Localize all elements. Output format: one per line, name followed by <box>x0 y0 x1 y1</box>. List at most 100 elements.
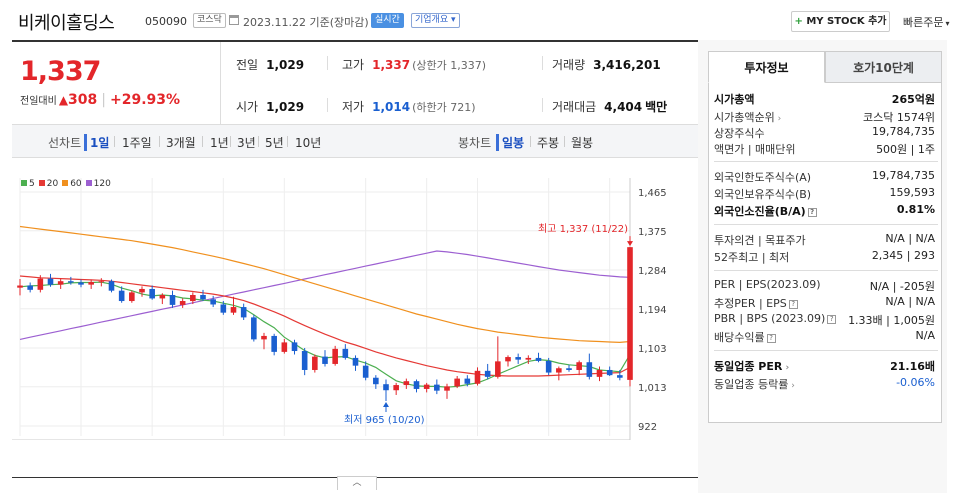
y-tick-label: 1,013 <box>638 383 667 394</box>
y-tick-label: 1,465 <box>638 188 667 199</box>
tab-monthly[interactable]: 월봉 <box>571 134 593 151</box>
line-chart-label: 선차트 <box>48 136 82 150</box>
info-value: N/A | -205원 <box>869 280 935 293</box>
high-annotation: 최고 1,337 (11/22) <box>538 223 628 235</box>
candle-body <box>383 384 389 391</box>
candle-body <box>566 368 572 370</box>
candle-body <box>78 282 84 285</box>
quick-order-dropdown[interactable]: 빠른주문 <box>903 14 950 30</box>
candle-body <box>413 381 420 389</box>
candle-body <box>444 386 450 391</box>
legend-label: 60 <box>70 179 82 189</box>
help-icon[interactable]: ? <box>827 314 837 324</box>
candle-body <box>281 342 288 352</box>
tab-1y[interactable]: 1년 <box>210 134 229 151</box>
candle-body <box>139 288 145 293</box>
investment-info-table: 시가총액 265억원 시가총액순위 › 코스닥 1574위 상장주식수 19,784,73… <box>708 83 942 423</box>
tab-10y[interactable]: 10년 <box>295 134 321 151</box>
help-icon[interactable]: ? <box>807 207 817 217</box>
change-label: 전일대비 <box>20 96 57 107</box>
volume: 거래량 3,416,201 <box>552 58 661 72</box>
info-value: 0.81% <box>896 203 935 216</box>
chart-tabs: 선차트 1일 1주일 3개월 1년 3년 5년 10년 봉차트 일봉 주봉 월봉 <box>12 125 698 158</box>
plus-icon: + <box>794 16 807 27</box>
stock-name: 비케이홀딩스 <box>18 13 115 34</box>
info-value: -0.06% <box>896 376 935 389</box>
info-key: PBR | BPS (2023.09)? <box>714 312 837 325</box>
info-key: 외국인보유주식수(B) <box>714 188 812 201</box>
market-badge: 코스닥 <box>193 13 226 28</box>
candle-body <box>159 294 166 299</box>
info-value: 2,345 | 293 <box>871 249 935 262</box>
tab-1w[interactable]: 1주일 <box>122 134 152 151</box>
candle-body <box>495 361 501 377</box>
info-key: 동일업종 등락률 › <box>714 378 795 391</box>
candle-chart-svg: 1,4651,3751,2841,1941,1031,01392208/2409… <box>8 178 668 493</box>
tab-1d[interactable]: 1일 <box>84 134 109 151</box>
candle-body <box>230 307 237 313</box>
tab-investment-info[interactable]: 투자정보 <box>708 51 825 83</box>
info-value: N/A | N/A <box>885 295 935 308</box>
legend-swatch <box>62 180 69 186</box>
candle-body <box>403 381 410 386</box>
y-tick-label: 1,375 <box>638 227 667 238</box>
price-chart[interactable]: 5 20 60 120 1,465 1,375 1,284 1,194 1,103 1,013 9… <box>8 159 698 493</box>
tab-orderbook[interactable]: 호가10단계 <box>825 51 942 83</box>
open-price: 시가 1,029 <box>236 100 305 114</box>
legend-label: 120 <box>93 179 111 189</box>
legend-swatch <box>21 180 27 186</box>
tab-weekly[interactable]: 주봉 <box>537 134 559 151</box>
candle-body <box>454 378 460 387</box>
candle-body <box>332 348 338 364</box>
info-value: N/A <box>915 329 935 342</box>
tab-5y[interactable]: 5년 <box>265 134 284 151</box>
company-overview-dropdown[interactable]: 기업개요 ▾ <box>411 13 460 28</box>
info-value: 21.16배 <box>890 360 935 373</box>
info-key: 시가총액순위 › <box>714 111 782 124</box>
quote-date: 2023.11.22 기준(장마감) <box>243 16 369 29</box>
tab-3y[interactable]: 3년 <box>237 134 256 151</box>
y-tick-label: 922 <box>638 422 657 433</box>
info-key: 외국인소진율(B/A)? <box>714 203 817 219</box>
up-arrow-icon: ▲ <box>58 93 69 107</box>
collapse-chart-button[interactable]: ︿ <box>337 476 377 490</box>
low-price: 저가 1,014 (하한가 721) <box>342 100 476 114</box>
change-amount: 308 <box>68 92 98 108</box>
investment-info-panel: 투자정보 호가10단계 시가총액 265억원 시가총액순위 › 코스닥 1574위 상장… <box>698 40 947 493</box>
trade-amount-unit: 백만 <box>645 100 668 114</box>
chevron-right-icon[interactable]: › <box>782 363 789 373</box>
info-value: N/A | N/A <box>885 232 935 245</box>
candle-body <box>301 351 308 370</box>
prev-close: 전일 1,029 <box>236 58 305 72</box>
trade-amount: 거래대금 4,404 백만 <box>552 100 668 114</box>
chevron-right-icon[interactable]: › <box>788 381 795 391</box>
stock-code: 050090 <box>145 15 187 28</box>
tab-daily[interactable]: 일봉 <box>496 134 524 151</box>
divider: | <box>101 92 106 108</box>
legend-swatch <box>85 180 92 186</box>
tab-3m[interactable]: 3개월 <box>166 134 196 151</box>
candle-body <box>525 357 532 360</box>
candle-body <box>291 342 298 352</box>
candle-body <box>169 294 176 305</box>
help-icon[interactable]: ? <box>788 299 798 309</box>
info-value: 코스닥 1574위 <box>863 111 935 124</box>
realtime-button[interactable]: 실시간 <box>371 13 404 28</box>
candle-body <box>98 281 105 283</box>
candle-body <box>220 304 227 313</box>
candle-body <box>342 348 349 358</box>
info-key: 상장주식수 <box>714 127 765 140</box>
help-icon[interactable]: ? <box>766 333 776 343</box>
candle-body <box>179 301 186 305</box>
info-key: 액면가 | 매매단위 <box>714 143 796 156</box>
add-my-stock-button[interactable]: + MY STOCK 추가 <box>791 11 890 32</box>
y-tick-label: 1,284 <box>638 266 667 277</box>
ma120-line <box>19 250 631 340</box>
candle-body <box>352 357 359 366</box>
side-tabs: 투자정보 호가10단계 <box>708 51 942 83</box>
candle-body <box>362 365 369 378</box>
chevron-right-icon[interactable]: › <box>775 114 782 124</box>
candle-body <box>617 375 623 378</box>
high-price: 고가 1,337 (상한가 1,337) <box>342 58 486 72</box>
candle-body <box>47 278 54 285</box>
